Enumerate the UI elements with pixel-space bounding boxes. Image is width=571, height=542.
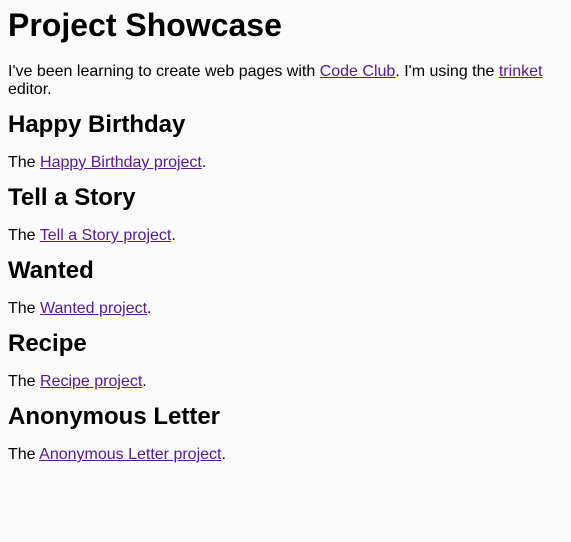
anonymous-letter-project-link[interactable]: Anonymous Letter project bbox=[39, 446, 221, 463]
page-content: Project Showcase I've been learning to c… bbox=[0, 7, 571, 464]
intro-text-1: I've been learning to create web pages w… bbox=[8, 63, 320, 80]
wanted-project-link[interactable]: Wanted project bbox=[40, 300, 147, 317]
intro-text-2: . I'm using the bbox=[395, 63, 499, 80]
section-wanted: Wanted The Wanted project. bbox=[8, 257, 563, 318]
section-anonymous-letter: Anonymous Letter The Anonymous Letter pr… bbox=[8, 403, 563, 464]
section-description: The Tell a Story project. bbox=[8, 227, 563, 245]
description-suffix: . bbox=[221, 446, 226, 463]
description-suffix: . bbox=[201, 154, 207, 171]
section-heading: Tell a Story bbox=[8, 184, 136, 211]
section-heading: Wanted bbox=[8, 257, 94, 284]
section-heading: Happy Birthday bbox=[8, 111, 186, 138]
section-description: The Happy Birthday project. bbox=[8, 154, 563, 172]
description-suffix: . bbox=[142, 373, 147, 390]
intro-text-3: editor. bbox=[8, 81, 52, 98]
description-suffix: . bbox=[171, 227, 176, 244]
trinket-link[interactable]: trinket bbox=[499, 63, 543, 80]
section-tell-a-story: Tell a Story The Tell a Story project. bbox=[8, 184, 563, 245]
description-prefix: The bbox=[8, 227, 40, 244]
section-recipe: Recipe The Recipe project. bbox=[8, 330, 563, 391]
description-prefix: The bbox=[8, 446, 40, 463]
recipe-project-link[interactable]: Recipe project bbox=[40, 373, 142, 390]
happy-birthday-project-link[interactable]: Happy Birthday project bbox=[40, 154, 202, 171]
section-description: The Wanted project. bbox=[8, 300, 563, 318]
section-heading: Anonymous Letter bbox=[8, 403, 221, 430]
description-prefix: The bbox=[8, 300, 41, 317]
description-suffix: . bbox=[147, 300, 152, 317]
description-prefix: The bbox=[8, 154, 41, 171]
tell-a-story-project-link[interactable]: Tell a Story project bbox=[40, 227, 172, 244]
section-happy-birthday: Happy Birthday The Happy Birthday projec… bbox=[8, 111, 563, 172]
section-description: The Recipe project. bbox=[8, 373, 563, 391]
intro-paragraph: I've been learning to create web pages w… bbox=[8, 63, 563, 99]
description-prefix: The bbox=[8, 373, 41, 390]
page-title: Project Showcase bbox=[8, 7, 282, 43]
section-heading: Recipe bbox=[8, 330, 87, 357]
code-club-link[interactable]: Code Club bbox=[320, 63, 396, 80]
section-description: The Anonymous Letter project. bbox=[8, 446, 563, 464]
